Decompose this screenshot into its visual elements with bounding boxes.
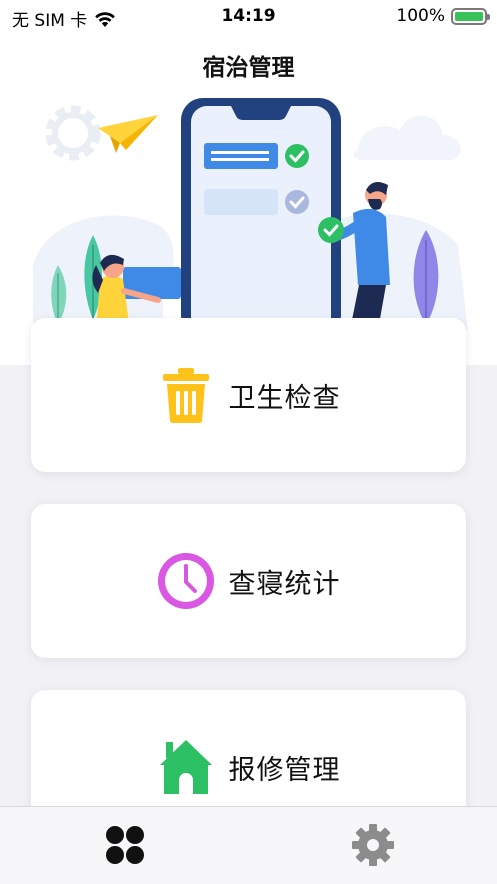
- menu-card-label: 卫生检查: [228, 382, 341, 414]
- status-right: 100%: [396, 6, 490, 26]
- menu-card-dorm-check-stats[interactable]: 查寝统计: [31, 504, 466, 658]
- four-dots-grid-icon: [106, 826, 144, 864]
- battery-icon: [451, 7, 490, 25]
- menu-card-label: 报修管理: [228, 754, 341, 786]
- tab-home[interactable]: [95, 815, 155, 875]
- menu-card-content: 卫生检查: [31, 318, 466, 472]
- battery-percent: 100%: [396, 6, 445, 26]
- background-gear-icon: [45, 105, 101, 161]
- clock-icon: [157, 552, 215, 610]
- menu-card-content: 查寝统计: [31, 504, 466, 658]
- status-bar: 无 SIM 卡 14:19 100%: [0, 0, 497, 36]
- menu-card-hygiene-check[interactable]: 卫生检查: [31, 318, 466, 472]
- menu-card-label: 查寝统计: [228, 568, 341, 600]
- hero-illustration: [33, 98, 468, 330]
- paper-plane-icon: [98, 115, 158, 153]
- gear-icon: [352, 824, 394, 866]
- trash-can-icon: [157, 366, 215, 424]
- tab-settings[interactable]: [343, 815, 403, 875]
- phone-illustration: [181, 98, 341, 330]
- page-title: 宿治管理: [202, 55, 295, 81]
- tab-bar: [0, 806, 497, 884]
- battery-level-fill: [455, 11, 483, 21]
- house-icon: [157, 738, 215, 796]
